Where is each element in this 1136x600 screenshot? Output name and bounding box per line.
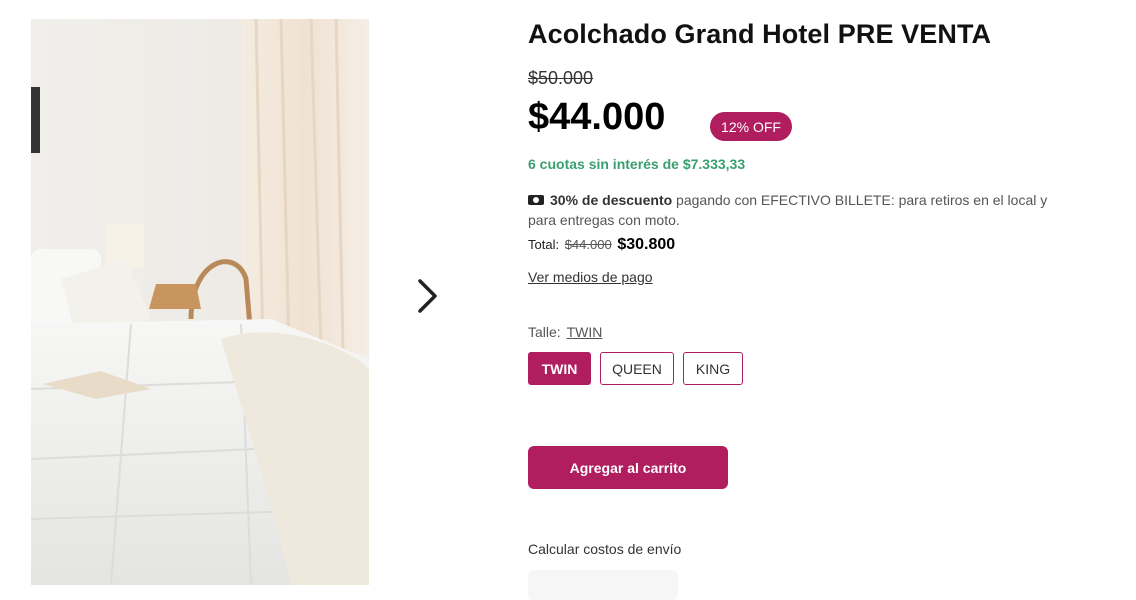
shipping-calculator-label: Calcular costos de envío [528,541,682,557]
size-label: Talle: TWIN [528,324,602,340]
product-title: Acolchado Grand Hotel PRE VENTA [528,19,992,49]
total-original-price: $44.000 [564,237,612,252]
bedroom-photo [31,19,369,585]
compare-at-price: $50.000 [528,68,594,88]
cash-discount-info: 30% de descuento pagando con EFECTIVO BI… [528,190,1068,230]
size-options: TWIN QUEEN KING [528,352,743,385]
size-option-queen[interactable]: QUEEN [600,352,674,385]
size-option-twin[interactable]: TWIN [528,352,591,385]
selected-size: TWIN [566,324,603,340]
add-to-cart-button[interactable]: Agregar al carrito [528,446,728,489]
product-image[interactable] [31,19,369,585]
discount-highlight: 30% de descuento [550,192,673,208]
postal-code-input[interactable] [528,570,678,600]
size-label-text: Talle: [528,324,561,340]
discount-badge: 12% OFF [710,112,792,141]
total-label: Total: [528,237,560,252]
gallery-next-button[interactable] [410,275,446,317]
installments-info: 6 cuotas sin interés de $7.333,33 [528,156,746,172]
size-option-king[interactable]: KING [683,352,743,385]
total-final-price: $30.800 [617,236,676,253]
cash-total: Total: $44.000 $30.800 [528,236,675,254]
cash-icon [528,195,544,205]
payment-methods-link[interactable]: Ver medios de pago [528,269,653,285]
product-price: $44.000 [528,96,666,138]
chevron-right-icon [418,279,437,313]
